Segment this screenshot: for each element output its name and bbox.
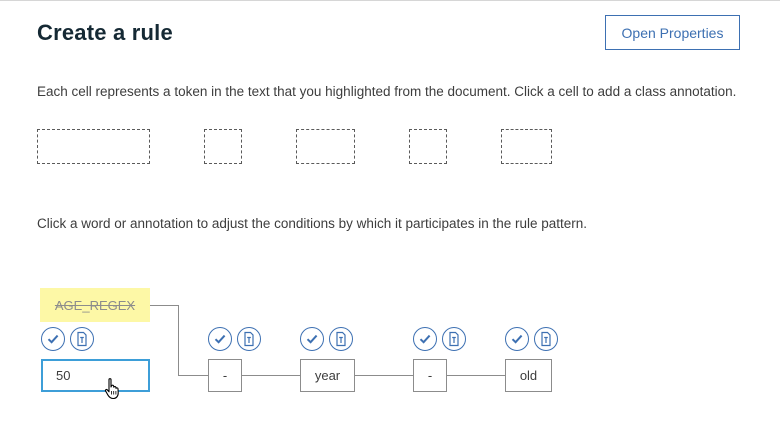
token-hyphen-1[interactable]: - (208, 359, 242, 392)
annotation-age-regex[interactable]: AGE_REGEX (40, 288, 150, 322)
check-circle-icon[interactable] (300, 327, 324, 351)
annotation-connector-vertical (178, 305, 179, 376)
hand-pointer-icon (103, 377, 123, 401)
connector-segment-3 (354, 375, 414, 376)
check-circle-icon[interactable] (413, 327, 437, 351)
text-token-icon[interactable] (442, 327, 466, 351)
connector-segment-4 (446, 375, 506, 376)
connector-segment-1 (178, 375, 209, 376)
text-token-icon[interactable] (329, 327, 353, 351)
text-token-icon[interactable] (70, 327, 94, 351)
token-year[interactable]: year (300, 359, 355, 392)
text-token-icon[interactable] (237, 327, 261, 351)
check-circle-icon[interactable] (41, 327, 65, 351)
check-circle-icon[interactable] (505, 327, 529, 351)
connector-segment-2 (241, 375, 301, 376)
token-old[interactable]: old (505, 359, 552, 392)
text-token-icon[interactable] (534, 327, 558, 351)
token-hyphen-2[interactable]: - (413, 359, 447, 392)
token-50[interactable]: 50 (41, 359, 150, 392)
check-circle-icon[interactable] (208, 327, 232, 351)
